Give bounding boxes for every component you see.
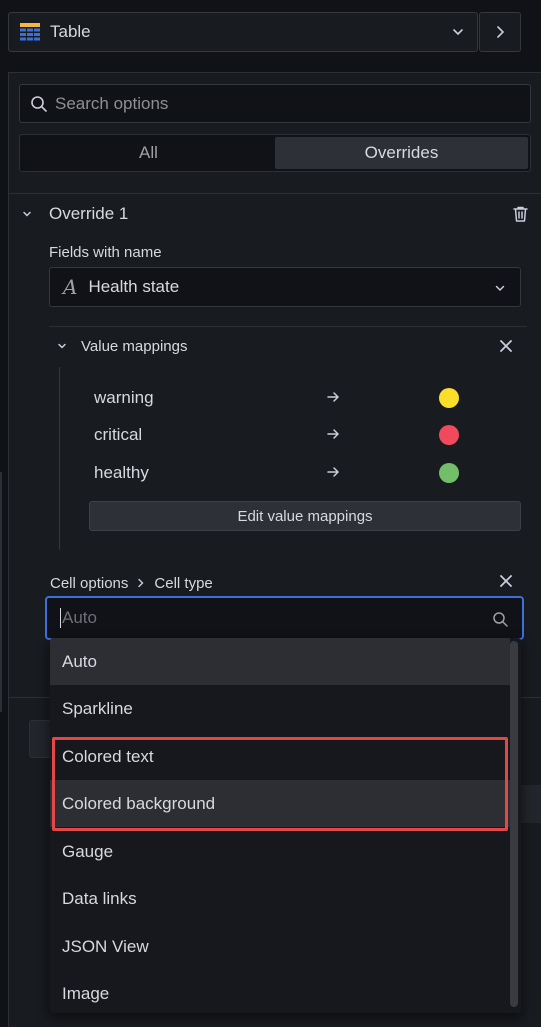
color-swatch-red xyxy=(439,425,459,445)
option-sparkline[interactable]: Sparkline xyxy=(50,685,510,732)
field-name-value: Health state xyxy=(88,277,180,296)
mapping-row-warning: warning xyxy=(94,385,474,411)
trash-icon[interactable] xyxy=(512,205,529,223)
option-image[interactable]: Image xyxy=(50,970,510,1013)
cell-type-input[interactable] xyxy=(60,608,480,628)
value-mappings-divider xyxy=(49,326,527,327)
chevron-down-icon xyxy=(453,29,463,36)
chevron-down-icon xyxy=(23,211,31,217)
chevron-down-icon xyxy=(58,343,66,349)
arrow-right-icon xyxy=(327,429,340,439)
dropdown-scrollbar[interactable] xyxy=(510,641,518,1007)
option-json-view[interactable]: JSON View xyxy=(50,923,510,970)
tab-all[interactable]: All xyxy=(22,137,275,169)
chevron-down-icon xyxy=(495,285,505,292)
pane-divider xyxy=(0,472,2,712)
breadcrumb-child: Cell type xyxy=(154,574,213,592)
close-icon[interactable] xyxy=(498,338,514,354)
cell-options-breadcrumb: Cell options Cell type xyxy=(50,573,213,593)
arrow-right-icon xyxy=(327,467,340,477)
option-data-links[interactable]: Data links xyxy=(50,875,510,922)
arrow-right-icon xyxy=(327,392,340,402)
tab-overrides[interactable]: Overrides xyxy=(275,137,528,169)
option-auto[interactable]: Auto xyxy=(50,638,510,685)
chevron-right-icon xyxy=(497,26,505,38)
option-gauge[interactable]: Gauge xyxy=(50,828,510,875)
cell-type-select[interactable] xyxy=(45,596,524,640)
color-swatch-green xyxy=(439,463,459,483)
option-colored-background[interactable]: Colored background xyxy=(50,780,510,827)
mapping-row-healthy: healthy xyxy=(94,460,474,486)
field-name-select[interactable]: A Health state xyxy=(49,267,521,307)
search-options-input[interactable] xyxy=(55,93,495,114)
value-mappings-header[interactable]: Value mappings xyxy=(55,334,525,358)
override-header[interactable]: Override 1 xyxy=(20,200,535,228)
option-colored-text[interactable]: Colored text xyxy=(50,733,510,780)
breadcrumb-parent: Cell options xyxy=(50,574,129,592)
search-icon xyxy=(493,612,508,627)
mapping-value: healthy xyxy=(94,463,149,482)
edit-value-mappings-button[interactable]: Edit value mappings xyxy=(89,501,521,531)
options-tabs: All Overrides xyxy=(19,134,531,172)
expand-pane-button[interactable] xyxy=(479,12,521,52)
chevron-right-icon xyxy=(138,578,144,588)
table-icon xyxy=(20,23,40,41)
section-divider xyxy=(9,193,541,194)
mapping-value: critical xyxy=(94,425,143,444)
mapping-row-critical: critical xyxy=(94,422,474,448)
visualization-name: Table xyxy=(50,22,91,41)
string-field-icon: A xyxy=(63,275,78,299)
cell-type-dropdown: Auto Sparkline Colored text Colored back… xyxy=(50,638,521,1013)
visualization-picker[interactable]: Table xyxy=(8,12,478,52)
color-swatch-yellow xyxy=(439,388,459,408)
matcher-label: Fields with name xyxy=(49,244,162,261)
mapping-value: warning xyxy=(94,388,154,407)
value-mappings-indent-line xyxy=(59,367,60,550)
close-icon[interactable] xyxy=(498,573,514,589)
value-mappings-title: Value mappings xyxy=(81,337,188,355)
search-options-box[interactable] xyxy=(19,84,531,123)
search-icon xyxy=(31,95,47,112)
override-title: Override 1 xyxy=(49,204,129,223)
